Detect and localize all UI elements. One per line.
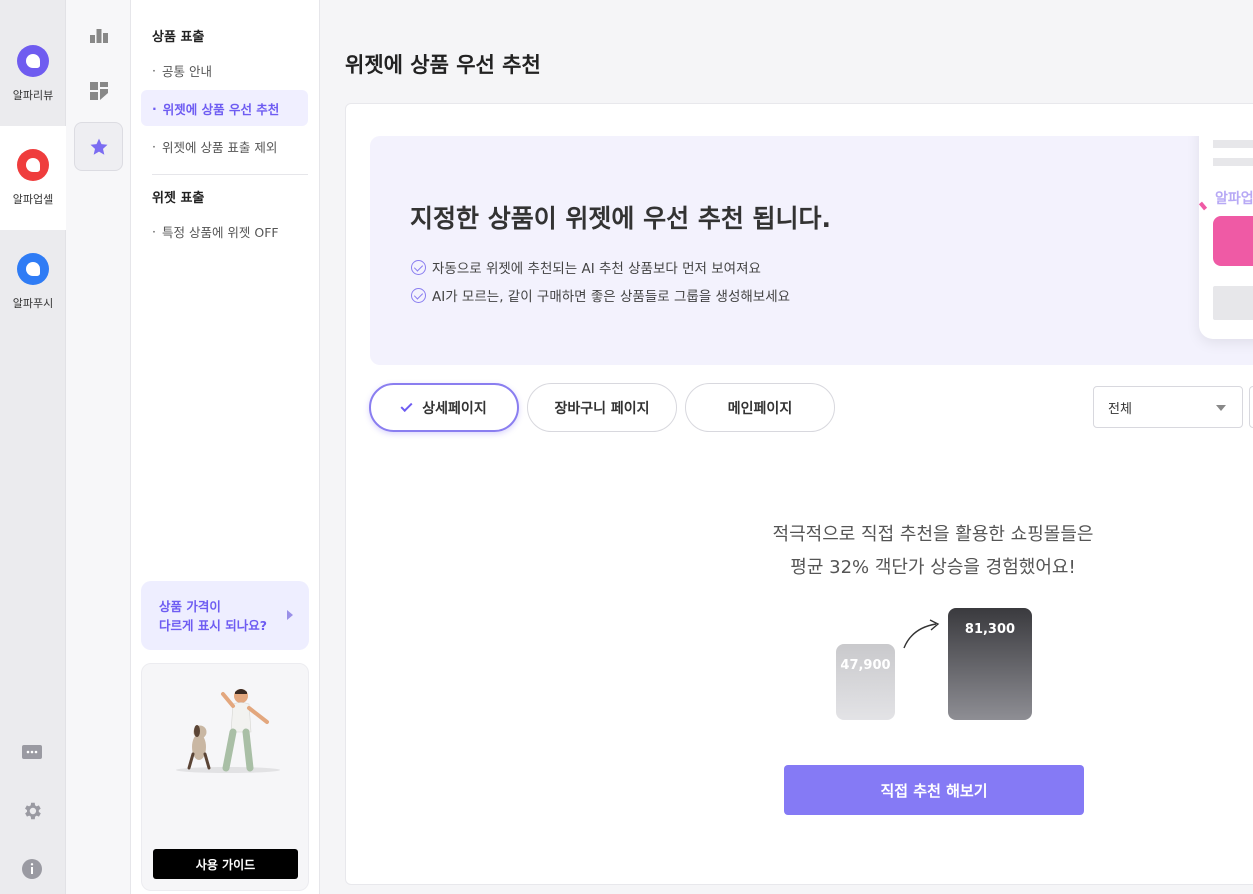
check-icon <box>400 399 413 412</box>
banner-check-1: 자동으로 위젯에 추천되는 AI 추천 상품보다 먼저 보여져요 <box>411 257 761 277</box>
guide-card: 사용 가이드 <box>141 663 309 891</box>
app-rail: 알파리뷰 알파업셀 알파푸시 <box>0 0 66 894</box>
analytics-nav[interactable] <box>74 10 123 59</box>
alpha-upsell-logo-icon <box>17 149 49 181</box>
gear-icon[interactable] <box>21 800 43 822</box>
after-value-bar: 81,300 <box>948 608 1032 720</box>
feature-icon-column <box>66 0 131 894</box>
before-value-bar: 47,900 <box>836 644 895 720</box>
price-help-card[interactable]: 상품 가격이 다르게 표시 되나요? <box>141 581 309 650</box>
phone-mockup: 알파업 <box>1198 136 1253 339</box>
menu-item-label: 공통 안내 <box>161 63 212 79</box>
tab-detail-page[interactable]: 상세페이지 <box>369 383 519 432</box>
banner-title: 지정한 상품이 위젯에 우선 추천 됩니다. <box>410 204 832 233</box>
menu-item-common-guide[interactable]: · 공통 안내 <box>141 52 308 88</box>
banner-check-2: AI가 모르는, 같이 구매하면 좋은 상품들로 그룹을 생성해보세요 <box>411 285 790 305</box>
menu-item-label: 위젯에 상품 표출 제외 <box>161 139 278 155</box>
person-with-dog-illustration-icon <box>176 689 280 773</box>
check-circle-icon <box>411 287 426 303</box>
recommend-nav[interactable] <box>74 122 123 171</box>
app-alpha-upsell[interactable]: 알파업셀 <box>0 126 66 230</box>
menu-item-widget-off[interactable]: · 특정 상품에 위젯 OFF <box>141 213 308 249</box>
help-line-1: 상품 가격이 <box>159 599 221 614</box>
menu-divider <box>152 174 308 175</box>
alpha-push-logo-icon <box>17 253 49 285</box>
chevron-right-icon <box>287 610 293 620</box>
phone-pink-block <box>1213 216 1253 266</box>
tab-label: 메인페이지 <box>727 400 793 417</box>
chevron-down-icon <box>1216 405 1226 411</box>
filter-selected-value: 전체 <box>1108 401 1132 417</box>
banner-check-text: 자동으로 위젯에 추천되는 AI 추천 상품보다 먼저 보여져요 <box>432 261 761 277</box>
menu-item-priority-recommend[interactable]: · 위젯에 상품 우선 추천 <box>141 90 308 126</box>
info-icon[interactable] <box>21 858 43 880</box>
bar-chart-icon <box>89 28 108 43</box>
app-alpha-push[interactable]: 알파푸시 <box>0 230 66 334</box>
tab-cart-page[interactable]: 장바구니 페이지 <box>527 383 677 432</box>
secondary-filter-select[interactable] <box>1249 386 1253 428</box>
usage-guide-button[interactable]: 사용 가이드 <box>153 849 298 879</box>
tab-label: 상세페이지 <box>422 400 487 417</box>
banner-check-text: AI가 모르는, 같이 구매하면 좋은 상품들로 그룹을 생성해보세요 <box>432 289 791 305</box>
alpha-review-logo-icon <box>17 45 49 77</box>
menu-item-exclude-display[interactable]: · 위젯에 상품 표출 제외 <box>141 128 308 164</box>
curved-arrow-icon <box>903 619 940 649</box>
app-label: 알파리뷰 <box>12 89 54 102</box>
help-line-2: 다르게 표시 되나요? <box>159 618 267 633</box>
dashboard-icon <box>89 81 108 100</box>
promo-line-1: 적극적으로 직접 추천을 활용한 쇼핑몰들은 <box>772 524 1094 545</box>
before-value: 47,900 <box>840 658 891 673</box>
filter-select[interactable]: 전체 <box>1093 386 1243 428</box>
app-alpha-review[interactable]: 알파리뷰 <box>0 22 66 126</box>
info-banner: 지정한 상품이 위젯에 우선 추천 됩니다. 자동으로 위젯에 추천되는 AI … <box>370 136 1253 365</box>
star-icon <box>90 138 107 155</box>
page-title: 위젯에 상품 우선 추천 <box>345 53 541 77</box>
check-circle-icon <box>411 259 426 275</box>
tab-main-page[interactable]: 메인페이지 <box>685 383 835 432</box>
after-value: 81,300 <box>964 622 1016 637</box>
chat-icon[interactable] <box>21 742 43 764</box>
app-label: 알파푸시 <box>12 297 54 310</box>
section-title-product-display: 상품 표출 <box>152 30 205 45</box>
sub-menu: 상품 표출 · 공통 안내 · 위젯에 상품 우선 추천 · 위젯에 상품 표출 제외… <box>131 0 320 894</box>
menu-item-label: 위젯에 상품 우선 추천 <box>162 101 280 117</box>
menu-item-label: 특정 상품에 위젯 OFF <box>161 224 279 240</box>
promo-line-2: 평균 32% 객단가 상승을 경험했어요! <box>790 557 1076 578</box>
section-title-widget-display: 위젯 표출 <box>152 191 205 206</box>
dashboard-nav[interactable] <box>74 66 123 115</box>
app-label: 알파업셀 <box>12 193 54 206</box>
phone-label: 알파업 <box>1215 191 1253 207</box>
tab-label: 장바구니 페이지 <box>554 400 650 417</box>
try-direct-recommend-button[interactable]: 직접 추천 해보기 <box>784 765 1084 815</box>
